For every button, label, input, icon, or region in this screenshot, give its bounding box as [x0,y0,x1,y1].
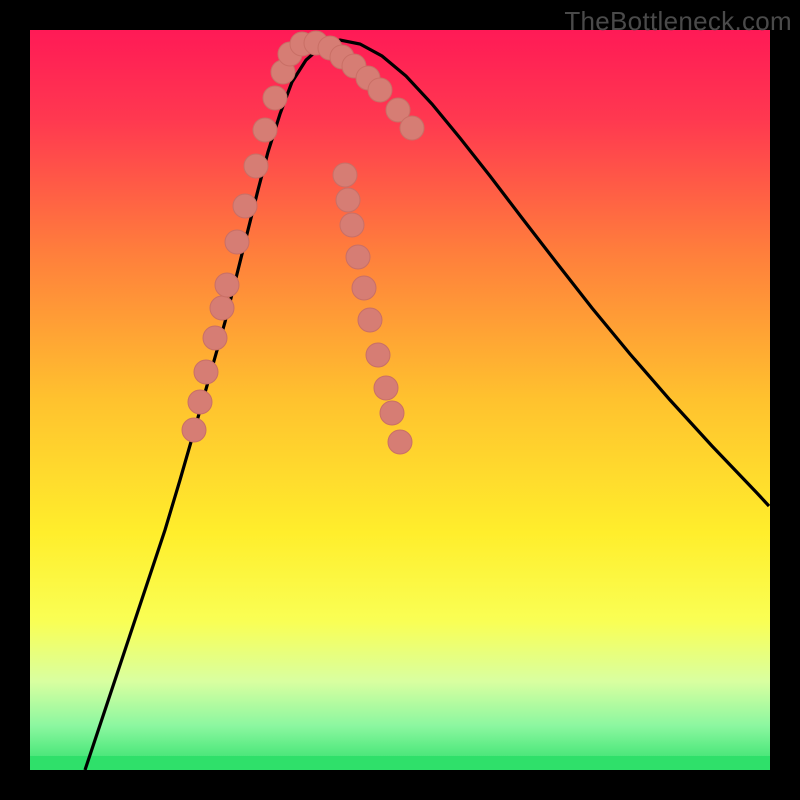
data-point-marker [346,245,370,269]
data-point-marker [368,78,392,102]
data-point-marker [333,163,357,187]
data-point-marker [210,296,234,320]
data-point-marker [182,418,206,442]
data-point-marker [244,154,268,178]
data-point-marker [380,401,404,425]
data-point-marker [340,213,364,237]
data-point-marker [203,326,227,350]
data-point-marker [366,343,390,367]
data-point-marker [352,276,376,300]
data-point-marker [358,308,382,332]
data-point-marker [263,86,287,110]
gradient-background [30,30,770,770]
data-point-marker [400,116,424,140]
data-point-marker [374,376,398,400]
outer-frame: TheBottleneck.com [0,0,800,800]
green-bottom-band [30,756,770,770]
data-point-marker [336,188,360,212]
data-point-marker [215,273,239,297]
data-point-marker [233,194,257,218]
data-point-marker [188,390,212,414]
plot-area [30,30,770,770]
data-point-marker [225,230,249,254]
chart-svg [30,30,770,770]
data-point-marker [194,360,218,384]
watermark-text: TheBottleneck.com [564,6,792,37]
data-point-marker [253,118,277,142]
data-point-marker [388,430,412,454]
